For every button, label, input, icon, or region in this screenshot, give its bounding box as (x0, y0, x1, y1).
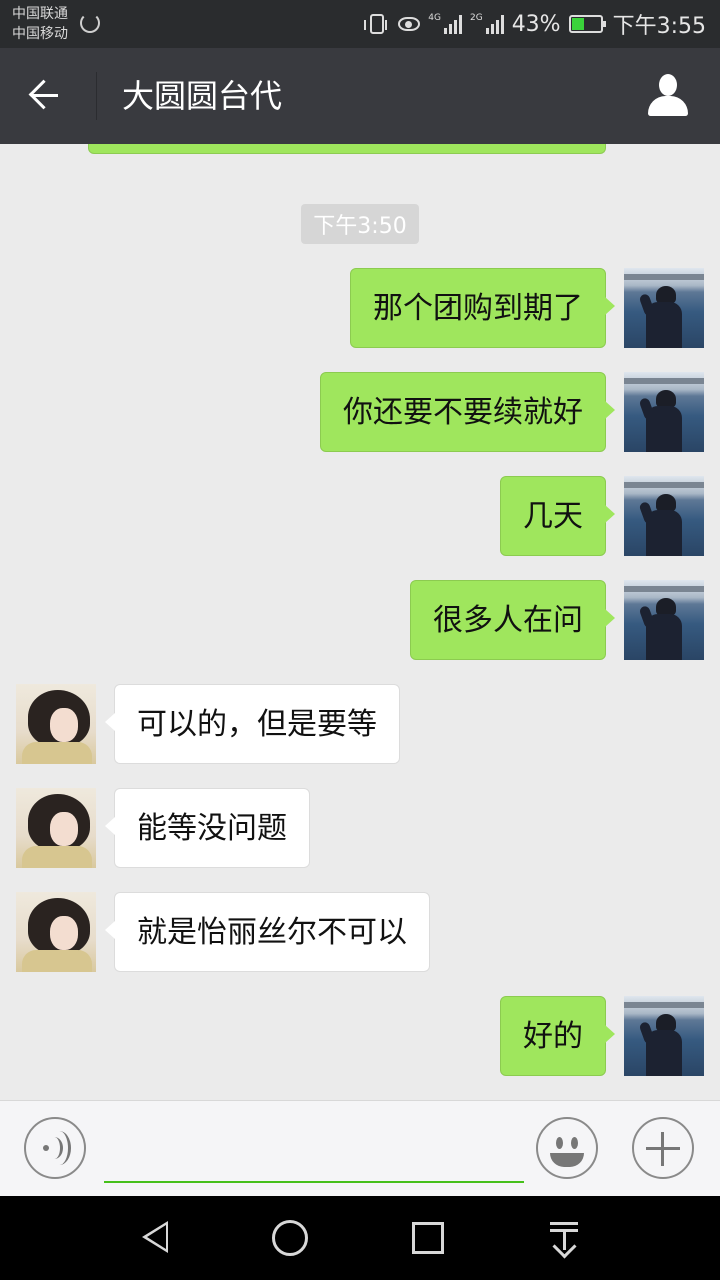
outgoing-message-bubble[interactable]: 几天 (500, 476, 615, 556)
message-text-input[interactable] (104, 1131, 524, 1183)
message-row: 几天 (0, 476, 720, 556)
carrier-2: 中国移动 (12, 26, 68, 42)
chat-header: 大圆圆台代 (0, 48, 720, 144)
network-2g-label: 2G (469, 13, 483, 23)
status-icons: 4G 2G 43% 下午3:55 (364, 0, 706, 48)
incoming-message-bubble[interactable]: 可以的，但是要等 (105, 684, 400, 764)
my-avatar[interactable] (624, 996, 704, 1076)
signal-2g-icon: 2G (470, 14, 504, 34)
incoming-message-bubble[interactable]: 就是怡丽丝尔不可以 (105, 892, 430, 972)
my-avatar[interactable] (624, 268, 704, 348)
contact-avatar[interactable] (16, 892, 96, 972)
message-row: 就是怡丽丝尔不可以 (0, 892, 720, 972)
message-row: 能等没问题 (0, 788, 720, 868)
outgoing-message-bubble[interactable]: 很多人在问 (410, 580, 615, 660)
battery-icon (568, 15, 606, 33)
contact-avatar[interactable] (16, 788, 96, 868)
outgoing-message-bubble[interactable]: 好的 (500, 996, 615, 1076)
message-row: 你还要不要续就好 (0, 372, 720, 452)
message-row: 很多人在问 (0, 580, 720, 660)
message-row: 那个团购到期了 (0, 268, 720, 348)
message-row: 好的 (0, 996, 720, 1076)
voice-input-button[interactable] (24, 1117, 86, 1179)
more-options-button[interactable] (632, 1117, 694, 1179)
chat-info-button[interactable] (646, 74, 690, 118)
carrier-names: 中国联通 中国移动 (12, 4, 68, 44)
nav-notifications-button[interactable] (546, 1218, 586, 1259)
nav-home-button[interactable] (272, 1220, 308, 1256)
signal-4g-icon: 4G (428, 14, 462, 34)
emoji-button[interactable] (536, 1117, 598, 1179)
battery-fill (571, 18, 585, 30)
vibrate-icon (364, 14, 388, 34)
battery-percent: 43% (511, 11, 561, 37)
outgoing-message-bubble[interactable]: 你还要不要续就好 (320, 372, 615, 452)
back-button[interactable] (22, 72, 74, 120)
system-navigation-bar (0, 1196, 720, 1280)
message-row: 可以的，但是要等 (0, 684, 720, 764)
nav-recents-button[interactable] (412, 1222, 444, 1254)
carrier-1: 中国联通 (12, 6, 68, 22)
message-timestamp: 下午3:50 (301, 204, 419, 244)
nav-back-button[interactable] (138, 1218, 178, 1258)
header-divider (96, 72, 97, 120)
my-avatar[interactable] (624, 372, 704, 452)
message-list[interactable]: 下午3:50 那个团购到期了 你还要不要续就好 几天 很多人在问 可以的，但是要… (0, 144, 720, 1100)
incoming-message-bubble[interactable]: 能等没问题 (105, 788, 310, 868)
my-avatar[interactable] (624, 476, 704, 556)
chat-title: 大圆圆台代 (122, 77, 283, 115)
outgoing-message-bubble[interactable]: 那个团购到期了 (350, 268, 615, 348)
eye-comfort-icon (398, 17, 421, 31)
previous-message-bubble[interactable] (88, 144, 606, 154)
network-4g-label: 4G (428, 13, 441, 23)
status-bar: 中国联通 中国移动 4G 2G 43% 下午3:55 (0, 0, 720, 48)
sync-icon (80, 13, 100, 33)
contact-avatar[interactable] (16, 684, 96, 764)
status-time: 下午3:55 (612, 14, 706, 39)
message-input-bar (0, 1100, 720, 1196)
my-avatar[interactable] (624, 580, 704, 660)
